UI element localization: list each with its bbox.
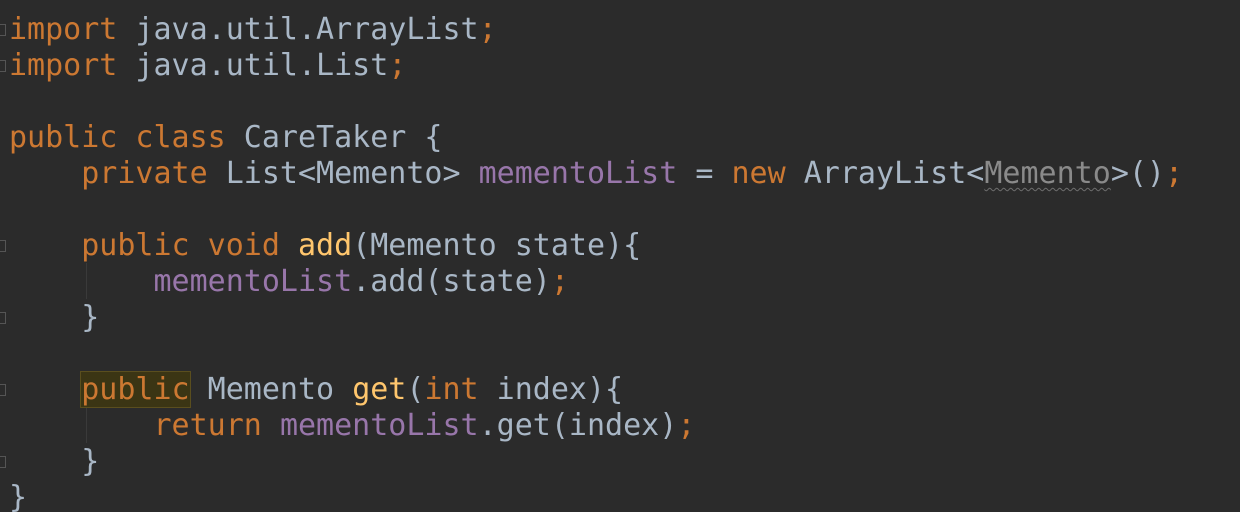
code-line[interactable]: public Memento get(int index){	[9, 371, 624, 408]
code-token: public	[80, 371, 191, 408]
code-token: ArrayList<	[785, 156, 985, 191]
code-token: import	[9, 12, 118, 47]
fold-marker-imports-end[interactable]	[0, 60, 6, 72]
code-token: ;	[550, 264, 569, 299]
code-token: get	[352, 372, 407, 407]
code-line[interactable]: private List<Memento> mementoList = new …	[9, 156, 1183, 192]
code-token: .add(state)	[352, 264, 551, 299]
code-token: mementoList	[279, 408, 479, 443]
code-token: index){	[478, 372, 624, 407]
code-token: new	[731, 156, 786, 191]
code-token: }	[9, 444, 100, 479]
fold-marker-imports-start[interactable]	[0, 24, 6, 36]
code-token: private	[81, 156, 208, 191]
code-line[interactable]: }	[9, 300, 99, 336]
code-line[interactable]: public void add(Memento state){	[9, 228, 641, 264]
code-token: public class	[9, 120, 226, 155]
fold-marker-add-start[interactable]	[0, 240, 6, 252]
code-token: ;	[677, 408, 696, 443]
code-token: public void	[81, 228, 280, 263]
code-token: (Memento state){	[352, 228, 642, 263]
code-line[interactable]: import java.util.ArrayList;	[9, 12, 497, 48]
code-line[interactable]: }	[9, 444, 99, 480]
code-token: java.util.List	[117, 48, 389, 83]
code-token: add	[298, 228, 353, 263]
fold-marker-add-end[interactable]	[0, 312, 6, 324]
code-line[interactable]: }	[9, 480, 27, 512]
code-line[interactable]: mementoList.add(state);	[9, 264, 569, 300]
code-line[interactable]: public class CareTaker {	[9, 120, 443, 156]
fold-marker-get-start[interactable]	[0, 384, 6, 396]
code-line[interactable]: import java.util.List;	[9, 48, 406, 84]
code-token: Memento	[189, 372, 353, 407]
fold-marker-get-end[interactable]	[0, 456, 6, 468]
code-token: mementoList	[478, 156, 678, 191]
code-token: ;	[1165, 156, 1184, 191]
code-line[interactable]: return mementoList.get(index);	[9, 408, 696, 444]
code-token: List<Memento>	[207, 156, 479, 191]
code-token: }	[9, 480, 28, 512]
code-token: >()	[1110, 156, 1165, 191]
code-token: return	[153, 408, 262, 443]
code-editor[interactable]: import java.util.ArrayList; import java.u…	[0, 0, 1240, 512]
code-token: mementoList	[153, 264, 353, 299]
code-token: }	[9, 300, 100, 335]
code-token: import	[9, 48, 118, 83]
code-token: CareTaker {	[225, 120, 443, 155]
code-token: java.util.ArrayList	[117, 12, 479, 47]
code-token: ;	[388, 48, 407, 83]
code-token: Memento	[984, 156, 1111, 191]
code-token: int	[424, 372, 479, 407]
code-token: =	[677, 156, 732, 191]
code-token: .get(index)	[478, 408, 678, 443]
code-token: ;	[478, 12, 497, 47]
code-token: (	[406, 372, 425, 407]
